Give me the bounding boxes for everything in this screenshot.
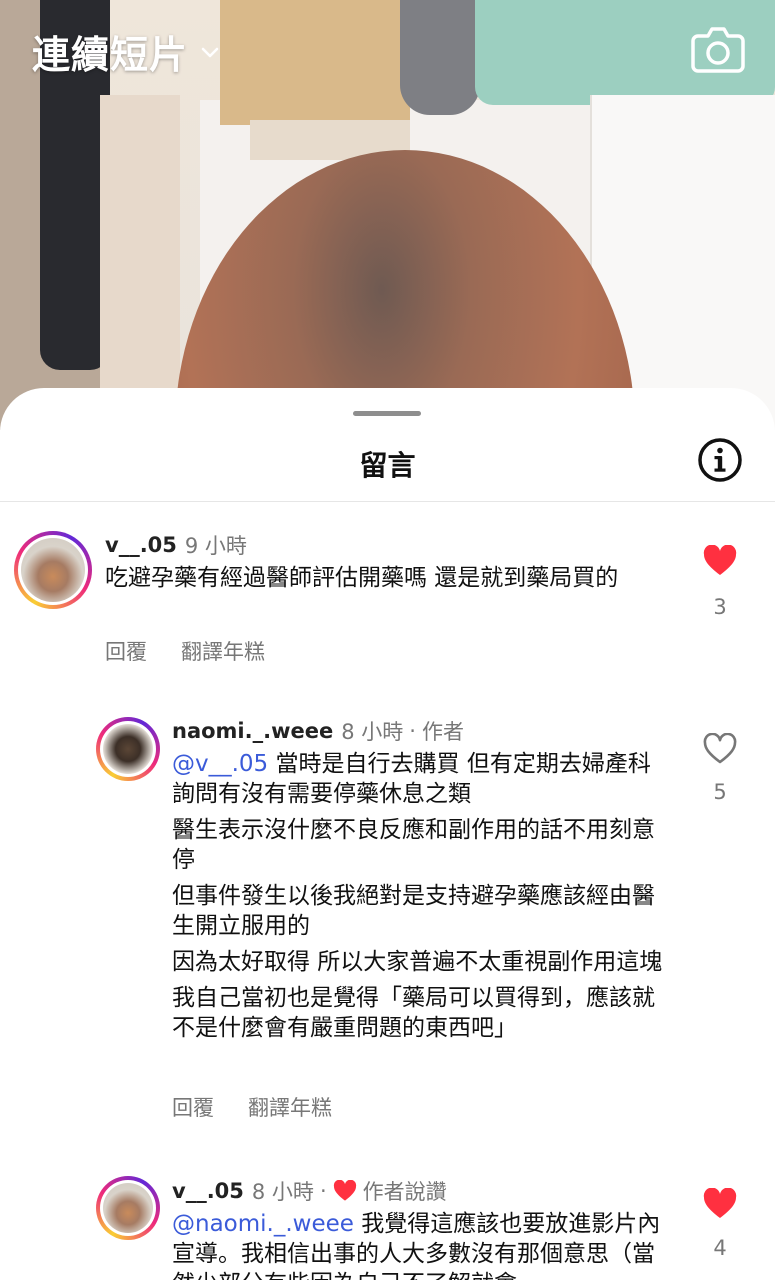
author-liked-label: 作者說讚 xyxy=(362,1180,447,1204)
author-label: 作者 xyxy=(421,720,464,744)
comment-actions: 回覆 翻譯年糕 xyxy=(105,636,265,666)
avatar[interactable] xyxy=(96,1176,160,1240)
comment-paragraph: 醫生表示沒什麼不良反應和副作用的話不用刻意停 xyxy=(172,817,655,873)
video-coat xyxy=(100,95,180,430)
sheet-title: 留言 xyxy=(359,449,416,482)
avatar[interactable] xyxy=(14,531,92,609)
comment-time: 8 小時 xyxy=(251,1180,314,1204)
comment-text: 吃避孕藥有經過醫師評估開藥嗎 還是就到藥局買的 xyxy=(105,565,619,591)
comment-paragraph: 因為太好取得 所以大家普遍不太重視副作用這塊 xyxy=(172,949,663,975)
comment-text: @naomi._.weee 我覺得這應該也要放進影片內宣導。我相信出事的人大多數… xyxy=(172,1211,661,1280)
comment-meta: naomi._.weee 8 小時 · 作者 xyxy=(172,716,464,746)
comment-item: naomi._.weee 8 小時 · 作者 @v__.05 當時是自行去購買 … xyxy=(0,704,775,1124)
like-count: 4 xyxy=(713,1236,727,1260)
sheet-divider xyxy=(0,501,775,502)
comment-paragraph: 我自己當初也是覺得「藥局可以買得到，應該就不是什麼會有嚴重問題的東西吧」 xyxy=(172,985,655,1041)
comment-username[interactable]: naomi._.weee xyxy=(172,719,333,743)
avatar[interactable] xyxy=(96,717,160,781)
comment-mention[interactable]: @v__.05 xyxy=(172,751,268,777)
comment-meta: v__.05 8 小時 · 作者說讚 xyxy=(172,1176,447,1206)
meta-separator: · xyxy=(409,719,416,743)
comment-item: v__.05 9 小時 吃避孕藥有經過醫師評估開藥嗎 還是就到藥局買的 回覆 翻… xyxy=(0,518,775,668)
like-count: 3 xyxy=(713,595,727,619)
sheet-grabber[interactable] xyxy=(353,411,421,416)
meta-separator: · xyxy=(319,1179,327,1203)
comment-username[interactable]: v__.05 xyxy=(105,533,177,557)
comments-sheet: 留言 v__.05 9 小時 吃避孕藥有經過醫師評估開藥嗎 還是就到藥局買的 回… xyxy=(0,388,775,1280)
comment-item: v__.05 8 小時 · 作者說讚 @naomi._.weee 我覺得這應該也… xyxy=(0,1164,775,1280)
info-icon[interactable] xyxy=(697,437,743,483)
top-bar: 連續短片 xyxy=(0,0,775,100)
camera-icon[interactable] xyxy=(690,24,746,74)
reels-title-button[interactable]: 連續短片 xyxy=(32,24,222,79)
comment-mention[interactable]: @naomi._.weee xyxy=(172,1211,354,1237)
comment-time: 8 小時 xyxy=(341,720,404,744)
comment-meta: v__.05 9 小時 xyxy=(105,530,247,560)
translate-button[interactable]: 翻譯年糕 xyxy=(248,1092,332,1122)
comment-username[interactable]: v__.05 xyxy=(172,1179,244,1203)
comment-text: @v__.05 當時是自行去購買 但有定期去婦產科詢問有沒有需要停藥休息之類 醫… xyxy=(172,749,667,1049)
comment-time: 9 小時 xyxy=(184,534,247,558)
reply-button[interactable]: 回覆 xyxy=(172,1092,214,1122)
comment-paragraph: 但事件發生以後我絕對是支持避孕藥應該經由醫生開立服用的 xyxy=(172,883,655,939)
reply-button[interactable]: 回覆 xyxy=(105,636,147,666)
heart-filled-icon xyxy=(333,1180,356,1201)
like-count: 5 xyxy=(713,780,727,804)
translate-button[interactable]: 翻譯年糕 xyxy=(181,636,265,666)
heart-filled-icon[interactable] xyxy=(703,545,737,577)
comment-actions: 回覆 翻譯年糕 xyxy=(172,1092,332,1122)
heart-outline-icon[interactable] xyxy=(703,733,737,765)
reels-title: 連續短片 xyxy=(32,33,189,77)
heart-filled-icon[interactable] xyxy=(703,1188,737,1220)
chevron-down-icon xyxy=(201,47,219,57)
